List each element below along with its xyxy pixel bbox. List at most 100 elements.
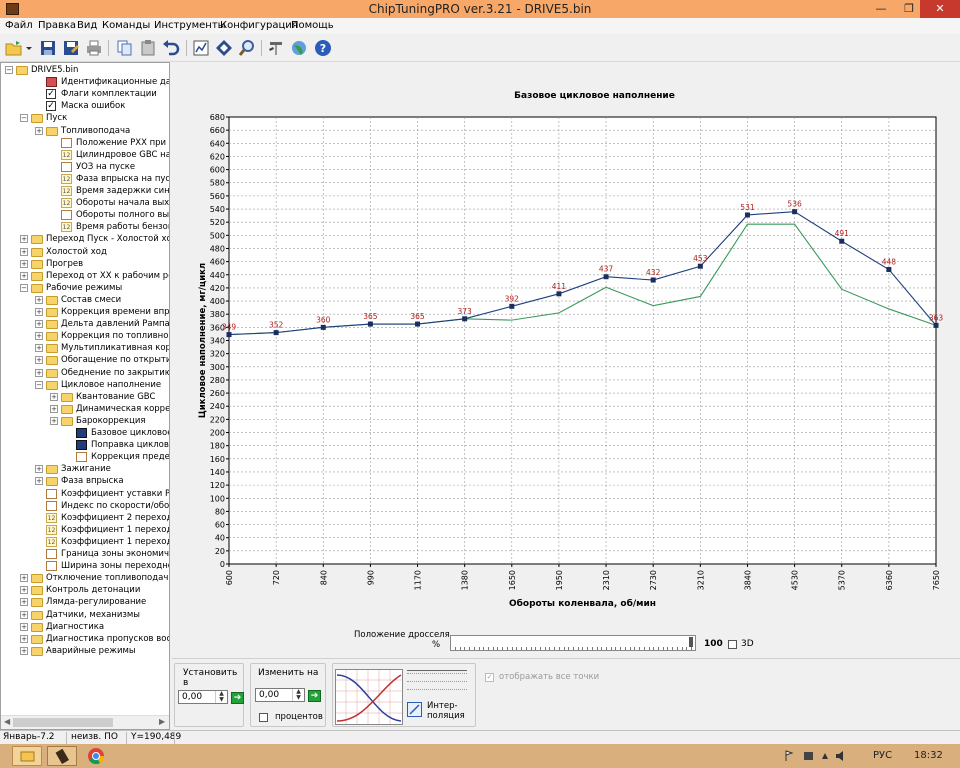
minimize-button[interactable]: — [868, 0, 894, 18]
tree-node[interactable]: + Диагностика [1, 621, 169, 633]
scroll-right-icon[interactable]: ▶ [159, 717, 165, 726]
tree-node[interactable]: − Пуск [1, 112, 169, 124]
data-point[interactable] [603, 274, 609, 280]
menu-commands[interactable]: Команды [102, 18, 150, 33]
tree-node[interactable]: 12 Коэффициент 1 переходног [1, 524, 169, 536]
expand-icon[interactable]: + [35, 465, 43, 474]
tree-node[interactable]: + Отключение топливоподачи [1, 572, 169, 584]
tree-node[interactable]: + Барокоррекция [1, 415, 169, 427]
tree-node[interactable]: + Фаза впрыска [1, 475, 169, 487]
close-button[interactable]: ✕ [920, 0, 960, 18]
collapse-icon[interactable]: − [5, 66, 13, 74]
tree-node[interactable]: Индекс по скорости/оборот [1, 500, 169, 512]
search-icon[interactable] [237, 38, 257, 58]
data-point[interactable] [650, 277, 656, 283]
tree-node[interactable]: + Коррекция по топливной пл [1, 330, 169, 342]
parameter-tree[interactable]: − DRIVE5.bin Идентификационные данные ✓ Флаг… [0, 62, 170, 730]
show-all-points-checkbox[interactable]: ✓ [485, 673, 494, 682]
tree-node[interactable]: + Обогащение по открытию д [1, 354, 169, 366]
data-point[interactable] [556, 291, 562, 297]
save-icon[interactable] [38, 38, 58, 58]
interp-slider-1[interactable] [407, 670, 467, 674]
expand-icon[interactable]: + [35, 126, 43, 135]
data-point[interactable] [462, 316, 468, 322]
tree-node[interactable]: УОЗ на пуске [1, 161, 169, 173]
menu-help[interactable]: Помощь [291, 18, 334, 33]
collapse-icon[interactable]: − [35, 380, 43, 389]
expand-icon[interactable]: + [20, 271, 28, 280]
expand-icon[interactable]: + [20, 646, 28, 655]
expand-icon[interactable]: + [20, 634, 28, 643]
tree-node[interactable]: + Зажигание [1, 463, 169, 475]
expand-icon[interactable]: + [35, 295, 43, 304]
tree-node[interactable]: + Квантование GBC [1, 391, 169, 403]
data-point[interactable] [839, 238, 845, 244]
tree-node[interactable]: + Прогрев [1, 258, 169, 270]
apply-change-arrow-icon[interactable]: ➔ [308, 690, 321, 702]
data-point[interactable] [226, 332, 232, 338]
menu-edit[interactable]: Правка [38, 18, 76, 33]
tree-node[interactable]: + Коррекция времени впрыск [1, 306, 169, 318]
chiptuning-taskbar-icon[interactable] [47, 746, 77, 766]
undo-icon[interactable] [161, 38, 181, 58]
spinner-arrows-icon[interactable]: ▲ ▼ [215, 691, 227, 703]
tree-node[interactable]: 12 Время работы бензонасоса [1, 221, 169, 233]
expand-icon[interactable]: + [20, 235, 28, 244]
expand-icon[interactable]: + [35, 332, 43, 341]
map-view-icon[interactable] [191, 38, 211, 58]
tree-node[interactable]: Идентификационные данные [1, 76, 169, 88]
menu-view[interactable]: Вид [77, 18, 97, 33]
globe-icon[interactable] [289, 38, 309, 58]
maximize-button[interactable]: ❐ [896, 0, 922, 18]
throttle-slider-thumb[interactable] [689, 637, 693, 647]
data-point[interactable] [273, 330, 279, 336]
menu-file[interactable]: Файл [5, 18, 33, 33]
data-point[interactable] [744, 212, 750, 218]
keyboard-language[interactable]: РУС [873, 750, 892, 761]
open-folder-icon[interactable] [4, 38, 24, 58]
interp-slider-3[interactable] [407, 686, 467, 690]
tree-node[interactable]: Базовое цикловое напо [1, 427, 169, 439]
tree-node[interactable]: Обороты полного выхода из [1, 209, 169, 221]
tree-node[interactable]: 12 Цилиндровое GBC на пуске [1, 149, 169, 161]
data-point[interactable] [697, 263, 703, 269]
change-value-input[interactable]: 0,00 ▲ ▼ [255, 688, 305, 702]
expand-icon[interactable]: + [35, 368, 43, 377]
data-point[interactable] [509, 303, 515, 309]
diamond-icon[interactable] [214, 38, 234, 58]
expand-icon[interactable]: + [20, 610, 28, 619]
tree-node[interactable]: Коррекция предельног [1, 451, 169, 463]
print-icon[interactable] [84, 38, 104, 58]
expand-icon[interactable]: + [50, 392, 58, 401]
tree-horizontal-scrollbar[interactable]: ◀ ▶ [1, 715, 169, 729]
tree-node[interactable]: + Лямда-регулирование [1, 596, 169, 608]
tree-node[interactable]: Поправка циклового на [1, 439, 169, 451]
paste-icon[interactable] [138, 38, 158, 58]
help-icon[interactable]: ? [313, 38, 333, 58]
tree-node[interactable]: + Дельта давлений Рампа <-> [1, 318, 169, 330]
expand-icon[interactable]: + [20, 622, 28, 631]
tree-node[interactable]: 12 Коэффициент 2 переходног [1, 512, 169, 524]
collapse-icon[interactable]: − [20, 114, 28, 123]
data-point[interactable] [415, 321, 421, 327]
interp-slider-2[interactable] [407, 678, 467, 682]
throttle-slider[interactable] [450, 635, 696, 651]
data-point[interactable] [792, 209, 798, 215]
expand-icon[interactable]: + [20, 574, 28, 583]
tree-node[interactable]: 12 Время задержки синхрониз [1, 185, 169, 197]
expand-icon[interactable]: + [35, 320, 43, 329]
tree-node[interactable]: Граница зоны экономичного [1, 548, 169, 560]
tree-node[interactable]: − Рабочие режимы [1, 282, 169, 294]
open-dropdown-icon[interactable] [24, 38, 34, 58]
interpolation-button[interactable] [407, 702, 422, 717]
expand-icon[interactable]: + [35, 308, 43, 316]
clock[interactable]: 18:32 [914, 750, 943, 761]
tree-node[interactable]: + Переход от ХХ к рабочим режи [1, 270, 169, 282]
save-as-icon[interactable] [61, 38, 81, 58]
tree-node[interactable]: Ширина зоны переходного р [1, 560, 169, 572]
tree-node[interactable]: − DRIVE5.bin [1, 64, 169, 76]
expand-icon[interactable]: + [50, 404, 58, 413]
3d-checkbox[interactable] [728, 640, 737, 649]
chart[interactable]: 0 20 40 60 80 100 120 140 160 180 200 220 240 260 280 3… [172, 62, 960, 658]
data-point[interactable] [886, 267, 892, 273]
